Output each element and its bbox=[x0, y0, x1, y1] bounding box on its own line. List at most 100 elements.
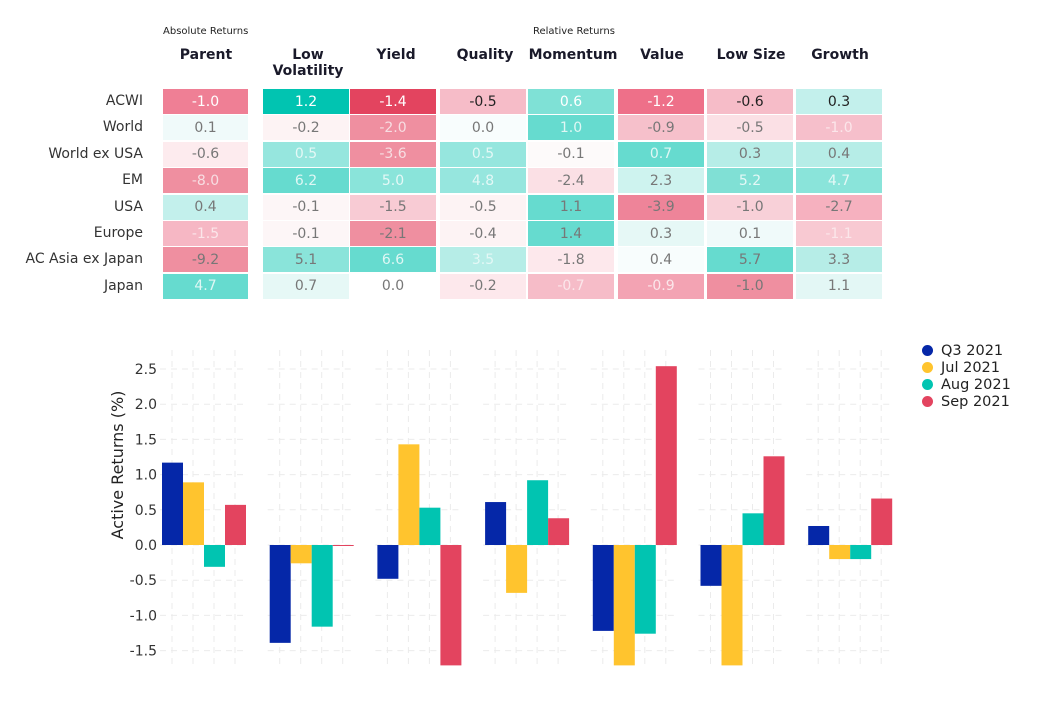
bar-q3-2021-quality[interactable] bbox=[485, 502, 507, 545]
table-cell: -0.5 bbox=[440, 89, 527, 115]
table-cell: -0.1 bbox=[263, 194, 350, 221]
bar-sep-2021-low-volatility[interactable] bbox=[332, 545, 354, 546]
bar-aug-2021-low-size[interactable] bbox=[742, 513, 764, 545]
y-tick-label: -1.0 bbox=[130, 608, 157, 624]
row-label: EM bbox=[122, 172, 143, 189]
bar-q3-2021-low-volatility[interactable] bbox=[269, 545, 291, 643]
table-cell: 0.4 bbox=[163, 194, 248, 221]
y-tick-label: 2.0 bbox=[135, 397, 157, 413]
bar-sep-2021-yield[interactable] bbox=[440, 545, 462, 666]
y-tick-label: 1.5 bbox=[135, 432, 157, 448]
table-cell: -0.2 bbox=[440, 273, 527, 300]
table-cell: 3.5 bbox=[440, 247, 527, 274]
table-cell: 0.7 bbox=[618, 141, 705, 168]
y-tick-label: -1.5 bbox=[130, 644, 157, 660]
table-cell: 1.0 bbox=[528, 115, 615, 142]
table-cell: 6.2 bbox=[263, 168, 350, 195]
bar-aug-2021-value[interactable] bbox=[634, 545, 656, 634]
table-cell: -0.7 bbox=[528, 273, 615, 300]
bar-jul-2021-quality[interactable] bbox=[506, 545, 528, 593]
table-cell: -0.5 bbox=[440, 194, 527, 221]
row-label: USA bbox=[114, 198, 143, 215]
table-cell: 5.2 bbox=[707, 168, 794, 195]
legend-label: Aug 2021 bbox=[941, 376, 1011, 393]
column-header: Quality bbox=[456, 47, 514, 63]
bar-q3-2021-growth[interactable] bbox=[808, 525, 830, 545]
bar-q3-2021-yield[interactable] bbox=[377, 545, 399, 579]
y-tick-label: 0.0 bbox=[135, 538, 157, 554]
table-cell: -1.0 bbox=[796, 115, 883, 142]
table-cell: -2.4 bbox=[528, 168, 615, 195]
bar-jul-2021-growth[interactable] bbox=[829, 545, 851, 560]
bar-jul-2021-low-volatility[interactable] bbox=[290, 545, 312, 564]
chart-legend: Q3 2021 Jul 2021 Aug 2021 Sep 2021 bbox=[922, 342, 1011, 410]
column-header: Low Size bbox=[716, 47, 786, 63]
table-cell: -0.9 bbox=[618, 115, 705, 142]
column-header: Growth bbox=[811, 47, 869, 63]
legend-item[interactable]: Aug 2021 bbox=[922, 376, 1011, 393]
table-cell: -0.4 bbox=[440, 221, 527, 247]
table-cell: -9.2 bbox=[163, 247, 248, 274]
table-cell: -0.6 bbox=[707, 89, 794, 115]
table-cell: 0.1 bbox=[163, 115, 248, 142]
y-tick-label: 0.5 bbox=[135, 503, 157, 519]
bar-sep-2021-quality[interactable] bbox=[548, 518, 570, 545]
table-cell: -0.9 bbox=[618, 273, 705, 300]
bar-sep-2021-growth[interactable] bbox=[871, 498, 893, 545]
table-cell: 0.7 bbox=[263, 273, 350, 300]
bar-sep-2021-value[interactable] bbox=[655, 366, 677, 545]
table-cell: 0.5 bbox=[263, 141, 350, 168]
table-cell: 1.2 bbox=[263, 89, 350, 115]
row-label: Japan bbox=[103, 277, 143, 294]
legend-item[interactable]: Sep 2021 bbox=[922, 393, 1011, 410]
bar-aug-2021-growth[interactable] bbox=[850, 545, 872, 560]
table-cell: 6.6 bbox=[350, 247, 437, 274]
table-cell: 1.1 bbox=[796, 273, 883, 300]
table-cell: 0.4 bbox=[618, 247, 705, 274]
bar-aug-2021-parent[interactable] bbox=[204, 545, 225, 567]
y-tick-label: 1.0 bbox=[135, 468, 157, 484]
column-header: Value bbox=[640, 47, 684, 63]
bar-aug-2021-yield[interactable] bbox=[419, 507, 441, 545]
bar-jul-2021-parent[interactable] bbox=[183, 482, 204, 545]
relative-returns-label: Relative Returns bbox=[533, 26, 615, 37]
legend-item[interactable]: Jul 2021 bbox=[922, 359, 1011, 376]
table-cell: 3.3 bbox=[796, 247, 883, 274]
table-cell: 0.4 bbox=[796, 141, 883, 168]
bar-q3-2021-parent[interactable] bbox=[162, 462, 183, 545]
legend-dot-icon bbox=[922, 379, 933, 390]
table-cell: 4.8 bbox=[440, 168, 527, 195]
table-cell: -8.0 bbox=[163, 168, 248, 195]
table-cell: -1.5 bbox=[163, 221, 248, 247]
table-cell: 5.1 bbox=[263, 247, 350, 274]
legend-label: Q3 2021 bbox=[941, 342, 1004, 359]
table-cell: -1.2 bbox=[618, 89, 705, 115]
table-cell: -1.1 bbox=[796, 221, 883, 247]
row-label: World ex USA bbox=[48, 145, 143, 162]
table-cell: -1.0 bbox=[707, 273, 794, 300]
table-cell: 1.1 bbox=[528, 194, 615, 221]
table-cell: 5.7 bbox=[707, 247, 794, 274]
bar-jul-2021-yield[interactable] bbox=[398, 444, 420, 545]
table-cell: -0.2 bbox=[263, 115, 350, 142]
table-cell: -0.1 bbox=[528, 141, 615, 168]
bar-jul-2021-low-size[interactable] bbox=[721, 545, 743, 666]
bar-jul-2021-value[interactable] bbox=[613, 545, 635, 666]
bar-sep-2021-parent[interactable] bbox=[225, 504, 246, 545]
bar-aug-2021-quality[interactable] bbox=[527, 480, 549, 545]
bar-q3-2021-low-size[interactable] bbox=[700, 545, 722, 586]
legend-dot-icon bbox=[922, 345, 933, 356]
bar-q3-2021-value[interactable] bbox=[592, 545, 614, 631]
bar-aug-2021-low-volatility[interactable] bbox=[311, 545, 333, 627]
table-cell: 0.3 bbox=[796, 89, 883, 115]
table-cell: -1.4 bbox=[350, 89, 437, 115]
y-tick-label: -0.5 bbox=[130, 573, 157, 589]
bar-sep-2021-low-size[interactable] bbox=[763, 456, 785, 545]
table-cell: 0.3 bbox=[707, 141, 794, 168]
table-cell: -3.6 bbox=[350, 141, 437, 168]
legend-dot-icon bbox=[922, 362, 933, 373]
legend-item[interactable]: Q3 2021 bbox=[922, 342, 1011, 359]
table-cell: 0.3 bbox=[618, 221, 705, 247]
y-tick-label: 2.5 bbox=[135, 362, 157, 378]
table-cell: -1.5 bbox=[350, 194, 437, 221]
